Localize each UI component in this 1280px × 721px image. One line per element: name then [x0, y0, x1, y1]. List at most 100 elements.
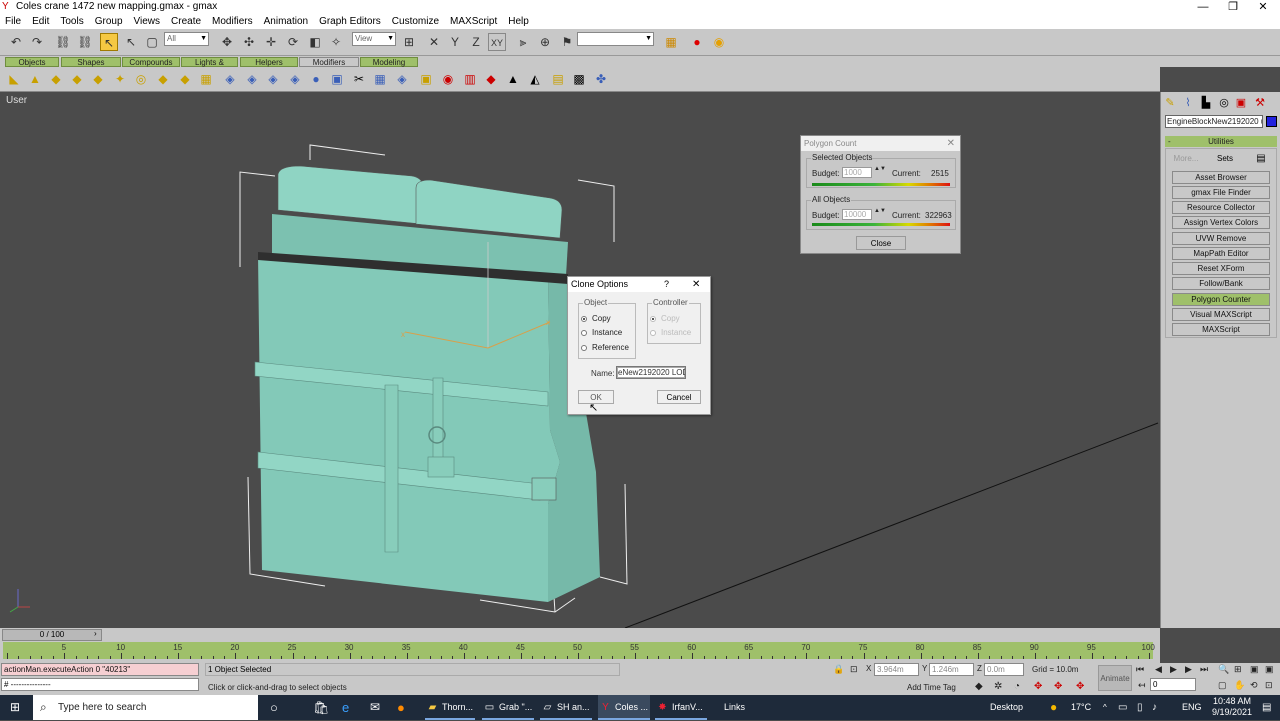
mouse-device-icon[interactable]: ▯: [1137, 695, 1143, 720]
y-coordinate[interactable]: 1.246m: [929, 663, 974, 676]
next-frame-icon[interactable]: ›: [94, 629, 97, 638]
region-select-icon[interactable]: ▢: [143, 33, 161, 51]
go-to-end-icon[interactable]: ⏭: [1200, 664, 1208, 675]
normal-modifier-icon[interactable]: ▦: [372, 71, 388, 87]
menu-group[interactable]: Group: [95, 16, 123, 27]
utilities-rollout-header[interactable]: - Utilities: [1165, 136, 1277, 147]
named-sel-icon[interactable]: ✥: [1054, 681, 1062, 692]
temperature[interactable]: 17°C: [1071, 695, 1091, 720]
restrict-xy-icon[interactable]: XY: [488, 33, 506, 51]
redo-icon[interactable]: ↷: [28, 33, 46, 51]
language-indicator[interactable]: ENG: [1182, 695, 1202, 720]
maximize-viewport-icon[interactable]: ⊡: [1265, 680, 1273, 691]
quick-render-icon[interactable]: ◉: [710, 33, 728, 51]
tab-modifiers[interactable]: Modifiers: [299, 57, 359, 67]
tab-modeling[interactable]: Modeling: [360, 57, 418, 67]
taskbar-app-thorn[interactable]: ▰ Thorn...: [425, 695, 475, 720]
z-coordinate[interactable]: 0.0m: [984, 663, 1024, 676]
spinner-snap-icon[interactable]: ✥: [1034, 681, 1042, 692]
tab-helpers[interactable]: Helpers: [240, 57, 298, 67]
menu-modifiers[interactable]: Modifiers: [212, 16, 253, 27]
weather-icon[interactable]: ●: [1050, 695, 1057, 720]
minimize-button[interactable]: —: [1188, 0, 1218, 14]
lattice-modifier-icon[interactable]: ◆: [177, 71, 193, 87]
util-visual-maxscript[interactable]: Visual MAXScript: [1172, 308, 1270, 321]
vertex-paint-icon[interactable]: ▣: [418, 71, 434, 87]
taskbar-app-sh[interactable]: ▱ SH an...: [540, 695, 592, 720]
create-tab-icon[interactable]: ✎: [1163, 96, 1177, 110]
configure-sets-icon[interactable]: ▤: [1254, 153, 1268, 164]
angle-snap-icon[interactable]: ✲: [994, 681, 1002, 692]
twist-modifier-icon[interactable]: ◆: [48, 71, 64, 87]
zoom-all-icon[interactable]: ⊞: [1234, 664, 1242, 675]
clock[interactable]: 10:48 AM 9/19/2021: [1208, 696, 1256, 721]
menu-file[interactable]: File: [5, 16, 21, 27]
util-assign-vertex-colors[interactable]: Assign Vertex Colors: [1172, 216, 1270, 229]
select-object-icon[interactable]: ↖: [100, 33, 118, 51]
align-icon[interactable]: ⊕: [536, 33, 554, 51]
instance-radio[interactable]: Instance: [581, 328, 622, 337]
help-button[interactable]: ?: [664, 277, 669, 292]
add-time-tag[interactable]: Add Time Tag: [907, 683, 956, 692]
desktop-toolbar[interactable]: Desktop: [990, 695, 1023, 720]
material-editor-icon[interactable]: ▦: [662, 33, 680, 51]
modify-tab-icon[interactable]: ⌇: [1181, 96, 1195, 110]
pan-icon[interactable]: ✋: [1234, 680, 1245, 691]
mesh-select-icon[interactable]: ▲: [505, 71, 521, 87]
util-polygon-counter[interactable]: Polygon Counter: [1172, 293, 1270, 306]
close-window-button[interactable]: ✕: [1248, 0, 1278, 14]
hierarchy-tab-icon[interactable]: ▙: [1199, 96, 1213, 110]
sets-button[interactable]: Sets: [1210, 153, 1240, 164]
noise-modifier-icon[interactable]: ◆: [69, 71, 85, 87]
volume-icon[interactable]: ♪: [1152, 695, 1157, 720]
menu-views[interactable]: Views: [134, 16, 161, 27]
optimize-icon[interactable]: ✂: [351, 71, 367, 87]
task-view-icon[interactable]: ○: [270, 695, 278, 720]
tray-chevron-icon[interactable]: ^: [1103, 695, 1107, 720]
object-color-swatch[interactable]: [1266, 116, 1277, 127]
select-manipulate-icon[interactable]: ✧: [327, 33, 345, 51]
menu-create[interactable]: Create: [171, 16, 201, 27]
maxscript-input[interactable]: # ---------------: [1, 678, 199, 691]
display-tab-icon[interactable]: ▣: [1234, 96, 1248, 110]
current-frame-input[interactable]: 0: [1150, 678, 1196, 691]
spinner-icon[interactable]: ▲▼: [874, 166, 886, 172]
reference-radio[interactable]: Reference: [581, 343, 629, 352]
mesh-smooth-icon[interactable]: ▣: [329, 71, 345, 87]
face-extrude-icon[interactable]: ▥: [462, 71, 478, 87]
selected-budget-input[interactable]: 1000: [842, 167, 872, 178]
wave-modifier-icon[interactable]: ◆: [155, 71, 171, 87]
util-mappath-editor[interactable]: MapPath Editor: [1172, 247, 1270, 260]
bend-modifier-icon[interactable]: ◣: [6, 71, 22, 87]
cap-holes-icon[interactable]: ◈: [394, 71, 410, 87]
utilities-tab-icon[interactable]: ⚒: [1253, 96, 1267, 110]
taper-modifier-icon[interactable]: ▲: [27, 71, 43, 87]
arc-rotate-icon[interactable]: ⟲: [1250, 680, 1258, 691]
skew-modifier-icon[interactable]: ✦: [112, 71, 128, 87]
spinner-icon[interactable]: ▲▼: [874, 208, 886, 214]
more-button[interactable]: More...: [1170, 153, 1202, 164]
network-icon[interactable]: ▭: [1118, 695, 1127, 720]
tab-shapes[interactable]: Shapes: [61, 57, 121, 67]
util-maxscript[interactable]: MAXScript: [1172, 323, 1270, 336]
taskbar-app-grab[interactable]: ▭ Grab "...: [482, 695, 534, 720]
ffd-modifier-icon[interactable]: ▦: [198, 71, 214, 87]
zoom-extents-icon[interactable]: ▣: [1250, 664, 1259, 675]
util-asset-browser[interactable]: Asset Browser: [1172, 171, 1270, 184]
percent-snap-icon[interactable]: ◔: [1014, 681, 1020, 692]
key-mode-icon[interactable]: ↤: [1138, 680, 1146, 691]
lock-icon[interactable]: 🔒: [833, 664, 844, 675]
links-toolbar[interactable]: Links: [724, 695, 745, 720]
mirror-sel-icon[interactable]: ✥: [1076, 681, 1084, 692]
delete-mesh-icon[interactable]: ▤: [550, 71, 566, 87]
object-name-field[interactable]: EngineBlockNew2192020 use: [1165, 115, 1263, 128]
util-uvw-remove[interactable]: UVW Remove: [1172, 232, 1270, 245]
motion-tab-icon[interactable]: ◎: [1217, 96, 1231, 110]
go-to-start-icon[interactable]: ⏮: [1136, 664, 1144, 675]
snap-icon[interactable]: ⚑: [558, 33, 576, 51]
select-by-name-icon[interactable]: ↖: [122, 33, 140, 51]
util-resource-collector[interactable]: Resource Collector: [1172, 201, 1270, 214]
region-zoom-icon[interactable]: ▢: [1218, 680, 1227, 691]
selection-filter-dropdown[interactable]: All ▼: [164, 32, 209, 46]
lathe-icon[interactable]: ◈: [287, 71, 303, 87]
